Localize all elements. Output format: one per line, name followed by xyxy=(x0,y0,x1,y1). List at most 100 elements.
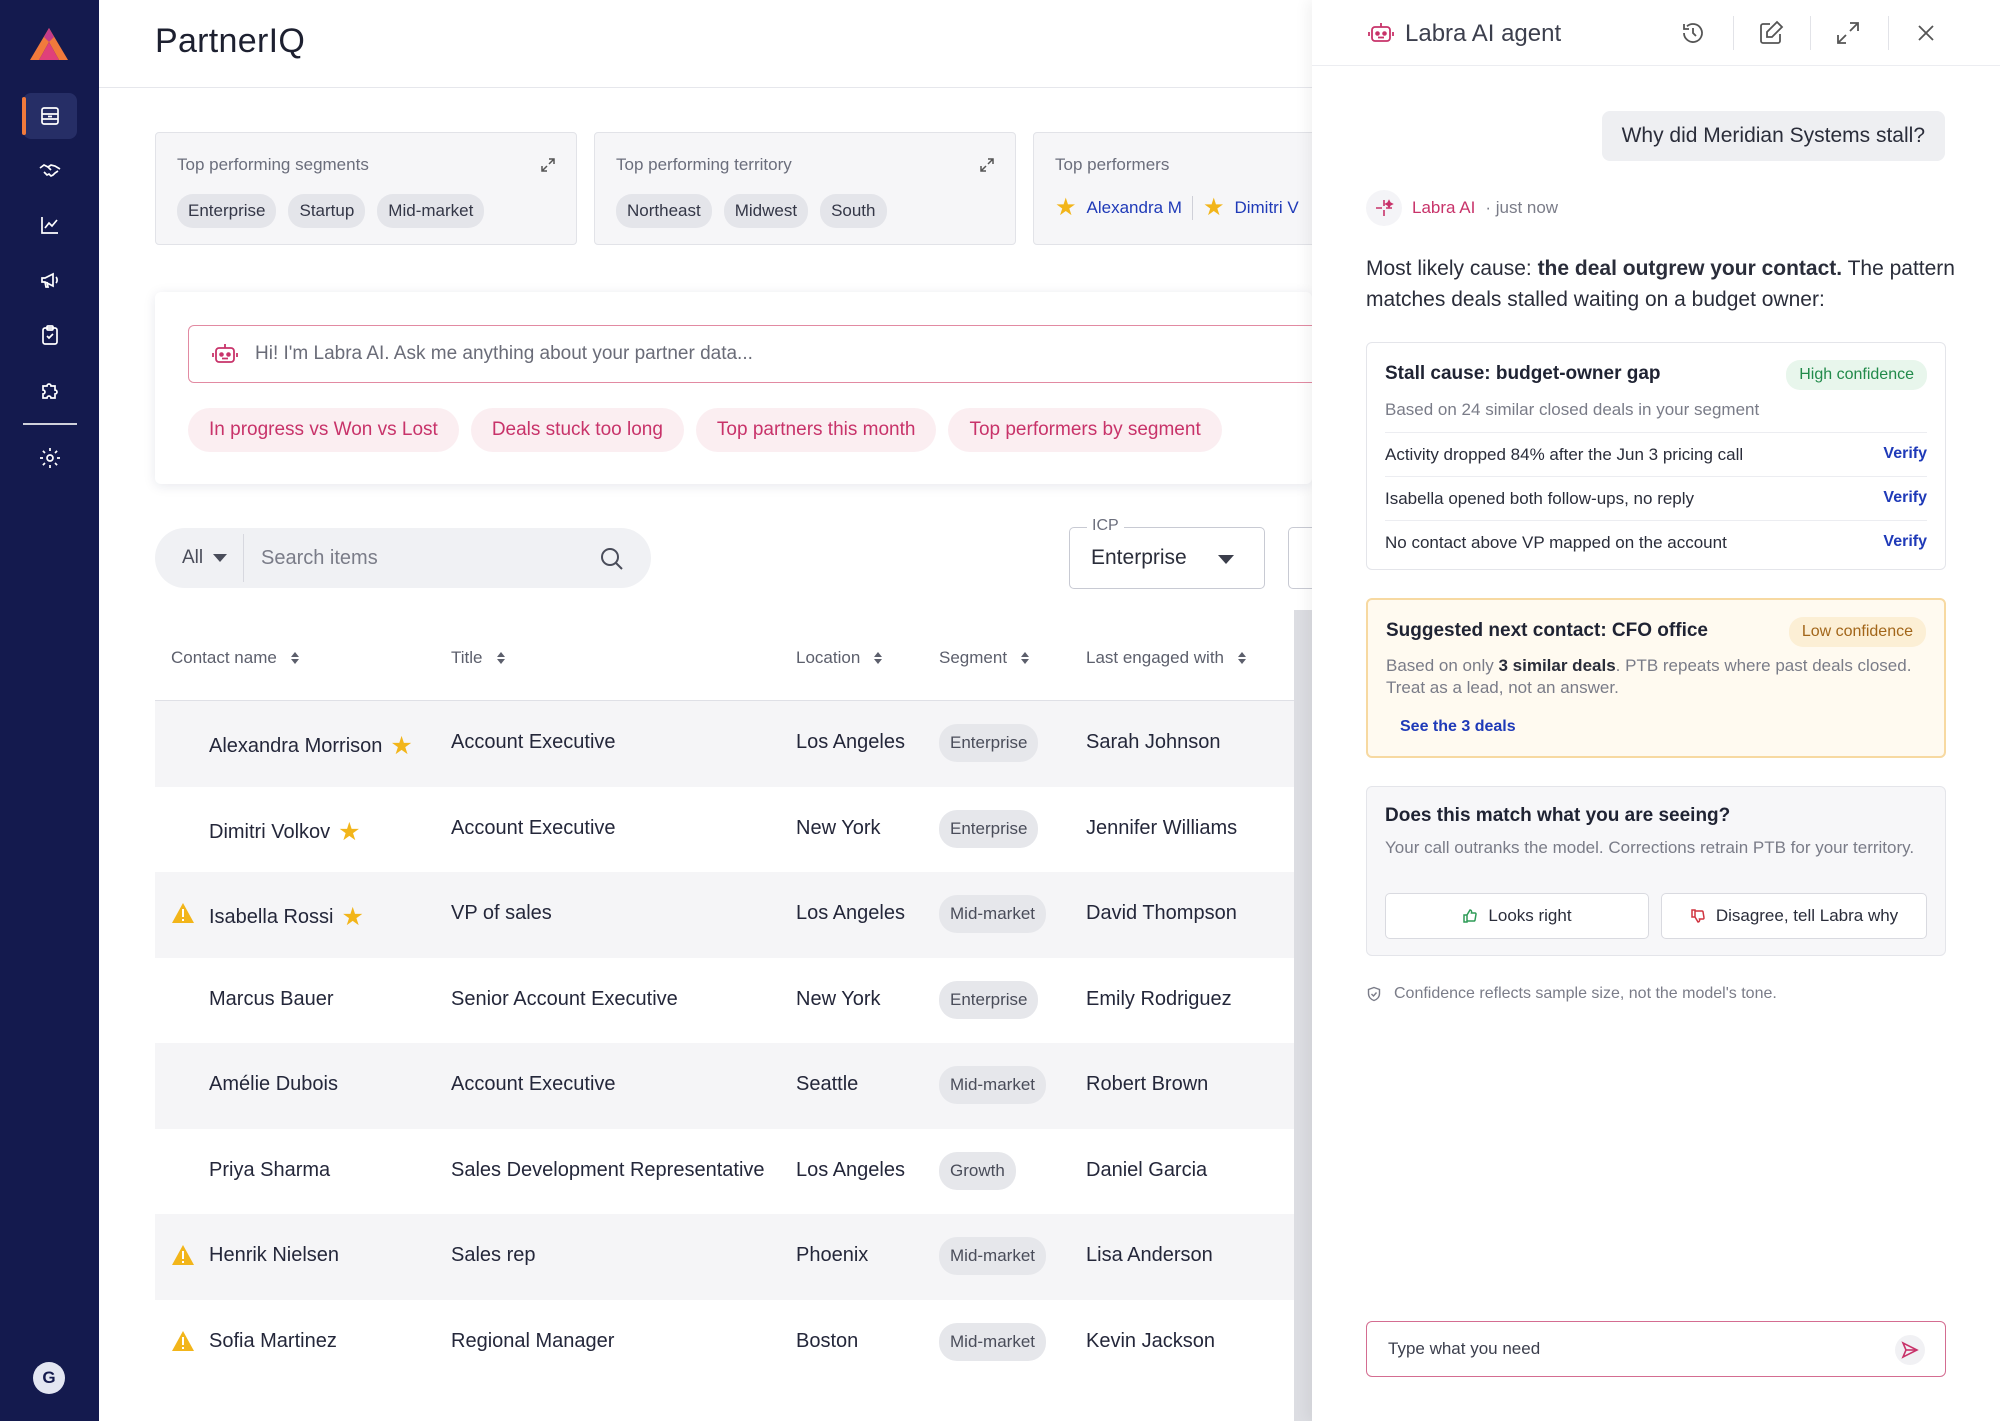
confidence-badge: Low confidence xyxy=(1788,617,1926,647)
expand-icon[interactable] xyxy=(1834,19,1862,47)
column-header-title[interactable]: Title xyxy=(451,648,505,668)
inbox-icon xyxy=(41,107,59,125)
column-header-location[interactable]: Location xyxy=(796,648,883,668)
icp-select[interactable]: ICP Enterprise xyxy=(1069,517,1265,589)
suggestion-chip[interactable]: Top performers by segment xyxy=(948,408,1222,452)
table-row[interactable]: Sofia Martinez Regional Manager Boston Mid-… xyxy=(155,1300,1312,1386)
segment-chip[interactable]: Startup xyxy=(288,194,366,228)
verify-link[interactable]: Verify xyxy=(1883,445,1927,463)
sidebar-item-partners[interactable] xyxy=(23,147,77,193)
last-engaged-with: Emily Rodriguez xyxy=(1086,987,1232,1010)
app-logo[interactable] xyxy=(28,26,70,62)
table-row[interactable]: Alexandra Morrison ★ Account Executive Los … xyxy=(155,701,1312,787)
card-top-performers: Top performers ★ Alexandra M ★ Dimitri V xyxy=(1033,132,1333,245)
table-row[interactable]: Marcus Bauer Senior Account Executive New … xyxy=(155,958,1312,1044)
segment-chips: Enterprise Startup Mid-market xyxy=(177,194,485,228)
see-deals-link[interactable]: See the 3 deals xyxy=(1400,718,1516,736)
warning-icon xyxy=(172,1330,194,1351)
sidebar-item-integrations[interactable] xyxy=(23,367,77,413)
megaphone-icon xyxy=(41,272,58,288)
column-header-last-engaged[interactable]: Last engaged with xyxy=(1086,648,1246,668)
contact-name[interactable]: Amélie Dubois xyxy=(209,1073,338,1096)
segment-chip[interactable]: Mid-market xyxy=(377,194,485,228)
search-icon[interactable] xyxy=(598,545,626,573)
last-engaged-with: Robert Brown xyxy=(1086,1073,1209,1095)
contact-location: Seattle xyxy=(796,1073,859,1095)
evidence-row: No contact above VP mapped on the accoun… xyxy=(1385,520,1927,564)
chevron-down-icon xyxy=(1218,555,1234,564)
sidebar-item-tasks[interactable] xyxy=(23,312,77,358)
contact-name[interactable]: Marcus Bauer xyxy=(209,988,334,1011)
disagree-button[interactable]: Disagree, tell Labra why xyxy=(1661,893,1927,939)
last-engaged-with: Lisa Anderson xyxy=(1086,1244,1213,1266)
warning-icon xyxy=(172,1245,194,1265)
search-input[interactable] xyxy=(261,536,591,580)
territory-chip[interactable]: Northeast xyxy=(616,194,712,228)
chat-input[interactable] xyxy=(1388,1339,1858,1359)
clipboard-icon xyxy=(42,325,58,345)
contact-name[interactable]: Dimitri Volkov ★ xyxy=(209,817,361,847)
contact-location: New York xyxy=(796,987,881,1010)
page-title: PartnerIQ xyxy=(155,22,306,60)
sidebar-item-campaigns[interactable] xyxy=(23,257,77,303)
column-header-segment[interactable]: Segment xyxy=(939,648,1030,668)
robot-icon xyxy=(1368,23,1394,42)
evidence-text: Activity dropped 84% after the Jun 3 pri… xyxy=(1385,445,1744,464)
scope-dropdown[interactable]: All xyxy=(182,547,228,569)
divider xyxy=(1810,16,1811,50)
contact-name[interactable]: Priya Sharma xyxy=(209,1159,330,1182)
user-avatar[interactable]: G xyxy=(33,1362,65,1394)
contact-name[interactable]: Isabella Rossi ★ xyxy=(209,902,364,932)
table-row[interactable]: Amélie Dubois Account Executive Seattle Mid… xyxy=(155,1043,1312,1129)
suggestion-chip[interactable]: In progress vs Won vs Lost xyxy=(188,408,459,452)
table-row[interactable]: Dimitri Volkov ★ Account Executive New York… xyxy=(155,787,1312,873)
suggestion-chip[interactable]: Deals stuck too long xyxy=(470,408,684,452)
thumbs-down-icon xyxy=(1691,909,1705,923)
contact-title: Senior Account Executive xyxy=(451,987,678,1010)
contact-name[interactable]: Alexandra Morrison ★ xyxy=(209,731,413,761)
shield-icon xyxy=(1367,986,1381,1002)
send-button[interactable] xyxy=(1895,1335,1925,1365)
territory-chip[interactable]: South xyxy=(820,194,887,228)
contact-name[interactable]: Henrik Nielsen xyxy=(209,1244,339,1267)
close-icon[interactable] xyxy=(1912,19,1940,47)
table-scrollbar[interactable] xyxy=(1294,610,1312,1421)
sort-icon xyxy=(290,652,299,664)
ai-prompt-panel: Hi! I'm Labra AI. Ask me anything about … xyxy=(155,292,1312,484)
table-row[interactable]: Henrik Nielsen Sales rep Phoenix Mid-market… xyxy=(155,1214,1312,1300)
chart-line-icon xyxy=(41,217,58,234)
edit-icon[interactable] xyxy=(1757,19,1785,47)
contact-name[interactable]: Sofia Martinez xyxy=(209,1330,337,1353)
history-icon[interactable] xyxy=(1679,19,1707,47)
sidebar-item-settings[interactable] xyxy=(23,435,77,481)
table-row[interactable]: Isabella Rossi ★ VP of sales Los Angeles Mid… xyxy=(155,872,1312,958)
performer-link[interactable]: Dimitri V xyxy=(1234,198,1298,218)
looks-right-button[interactable]: Looks right xyxy=(1385,893,1649,939)
scope-value: All xyxy=(182,547,204,568)
verify-link[interactable]: Verify xyxy=(1883,489,1927,507)
verify-link[interactable]: Verify xyxy=(1883,533,1927,551)
performer-link[interactable]: Alexandra M xyxy=(1087,198,1182,218)
sidebar-item-inbox[interactable] xyxy=(22,93,77,139)
segment-badge: Enterprise xyxy=(939,980,1039,1019)
territory-chip[interactable]: Midwest xyxy=(723,194,809,228)
contacts-table: Contact name Title Location Segment Last… xyxy=(155,626,1312,1385)
table-row[interactable]: Priya Sharma Sales Development Representa… xyxy=(155,1129,1312,1215)
territory-chips: Northeast Midwest South xyxy=(616,194,887,228)
warning-icon xyxy=(172,903,194,923)
suggestion-chip[interactable]: Top partners this month xyxy=(695,408,937,452)
ai-prompt-input[interactable]: Hi! I'm Labra AI. Ask me anything about … xyxy=(188,325,1312,383)
divider xyxy=(1733,16,1734,50)
segment-chip[interactable]: Enterprise xyxy=(177,194,277,228)
expand-icon[interactable] xyxy=(979,157,995,173)
ai-prompt-placeholder: Hi! I'm Labra AI. Ask me anything about … xyxy=(255,343,753,364)
icp-label: ICP xyxy=(1087,517,1124,535)
contact-location: Los Angeles xyxy=(796,902,905,924)
sidebar-item-analytics[interactable] xyxy=(23,202,77,248)
expand-icon[interactable] xyxy=(540,157,556,173)
card-title: Top performing territory xyxy=(616,155,792,174)
ai-answer-text: Most likely cause: the deal outgrew your… xyxy=(1366,257,1955,311)
star-icon: ★ xyxy=(341,903,364,931)
column-header-contact-name[interactable]: Contact name xyxy=(171,648,299,668)
evidence-text: Isabella opened both follow-ups, no repl… xyxy=(1385,489,1695,508)
